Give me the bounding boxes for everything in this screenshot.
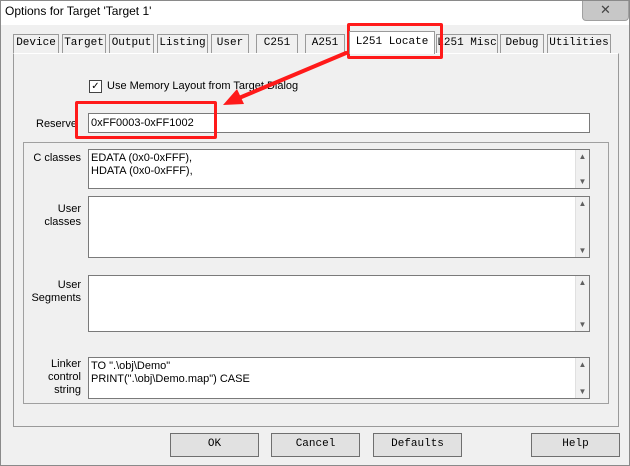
tab-l251-locate[interactable]: L251 Locate (349, 31, 435, 54)
annotation-arrow (223, 51, 348, 105)
options-dialog: Options for Target 'Target 1' ✕ Device T… (0, 0, 630, 466)
